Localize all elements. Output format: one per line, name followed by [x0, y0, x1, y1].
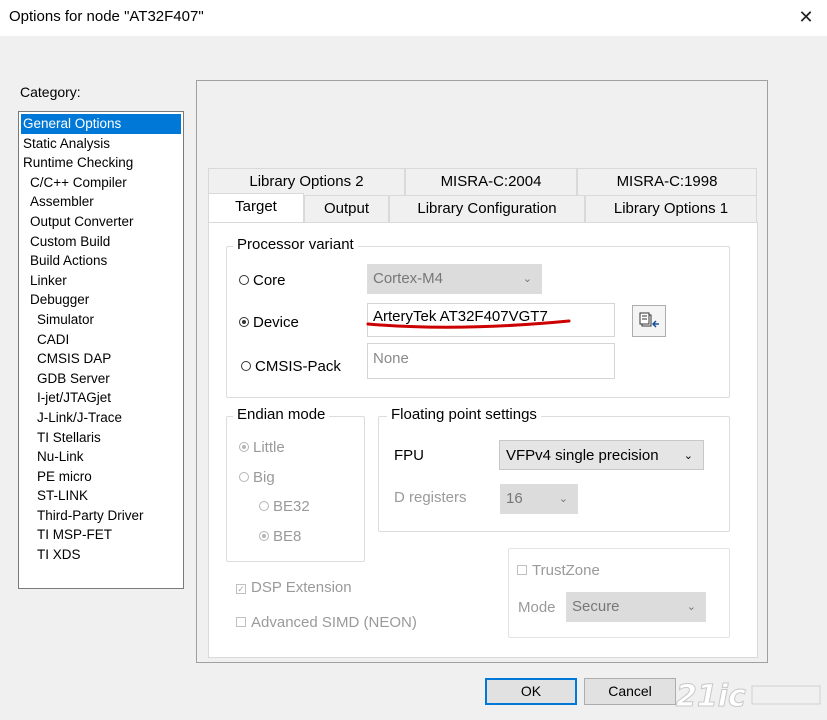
category-item[interactable]: Debugger [19, 290, 183, 310]
category-item[interactable]: Linker [19, 271, 183, 291]
big-radio-dot [239, 472, 249, 482]
category-item[interactable]: General Options [21, 114, 181, 134]
chevron-down-icon: ⌄ [683, 450, 693, 462]
dsp-extension-label: DSP Extension [251, 579, 352, 596]
fpu-label: FPU [394, 447, 424, 464]
category-item[interactable]: CMSIS DAP [19, 349, 183, 369]
mode-label: Mode [518, 599, 556, 616]
category-item[interactable]: Custom Build [19, 232, 183, 252]
be8-label: BE8 [273, 528, 302, 545]
category-item[interactable]: Simulator [19, 310, 183, 330]
d-registers-value: 16 [506, 490, 523, 507]
advanced-simd-checkbox[interactable]: Advanced SIMD (NEON) [236, 614, 417, 631]
category-item[interactable]: I-jet/JTAGjet [19, 388, 183, 408]
be32-radio-dot [259, 501, 269, 511]
device-list-icon [639, 312, 659, 328]
cmsis-pack-radio[interactable]: CMSIS-Pack [241, 358, 341, 375]
trustzone-label: TrustZone [532, 562, 600, 579]
device-radio[interactable]: Device [239, 314, 299, 331]
dsp-extension-checkbox[interactable]: ✓ DSP Extension [236, 579, 352, 596]
category-item[interactable]: C/C++ Compiler [19, 173, 183, 193]
chevron-down-icon: ⌄ [522, 273, 532, 285]
little-radio-dot [239, 442, 249, 452]
tab-target[interactable]: Target [208, 193, 304, 222]
core-radio-dot [239, 275, 249, 285]
title-bar: Options for node "AT32F407" ✕ [0, 0, 827, 36]
cmsis-pack-label: CMSIS-Pack [255, 358, 341, 375]
category-label: Category: [20, 84, 81, 100]
category-item[interactable]: ST-LINK [19, 486, 183, 506]
little-endian-radio[interactable]: Little [239, 439, 285, 456]
processor-variant-title: Processor variant [233, 236, 358, 253]
floating-point-group: Floating point settings [378, 406, 730, 532]
tab-misra-c-1998[interactable]: MISRA-C:1998 [577, 168, 757, 195]
core-label: Core [253, 272, 286, 289]
big-endian-radio[interactable]: Big [239, 469, 275, 486]
d-registers-label: D registers [394, 489, 467, 506]
category-item[interactable]: J-Link/J-Trace [19, 408, 183, 428]
category-item[interactable]: GDB Server [19, 369, 183, 389]
ok-button[interactable]: OK [485, 678, 577, 705]
category-item[interactable]: PE micro [19, 467, 183, 487]
close-icon[interactable]: ✕ [795, 6, 817, 28]
fpu-select[interactable]: VFPv4 single precision ⌄ [499, 440, 704, 470]
cmsis-pack-radio-dot [241, 361, 251, 371]
unchecked-box-icon [236, 617, 246, 627]
device-label: Device [253, 314, 299, 331]
cancel-button[interactable]: Cancel [584, 678, 676, 705]
advanced-simd-label: Advanced SIMD (NEON) [251, 614, 417, 631]
category-item[interactable]: Build Actions [19, 251, 183, 271]
unchecked-box-icon [517, 565, 527, 575]
tab-output[interactable]: Output [304, 195, 389, 222]
checkmark-icon: ✓ [236, 584, 246, 594]
tab-library-options-2[interactable]: Library Options 2 [208, 168, 405, 195]
category-list[interactable]: General Options Static Analysis Runtime Ch… [18, 111, 184, 589]
category-item[interactable]: Static Analysis [19, 134, 183, 154]
endian-mode-title: Endian mode [233, 406, 330, 423]
category-item[interactable]: TI Stellaris [19, 428, 183, 448]
tab-misra-c-2004[interactable]: MISRA-C:2004 [405, 168, 577, 195]
svg-text:21ic: 21ic [676, 679, 746, 714]
core-select[interactable]: Cortex-M4 ⌄ [367, 264, 542, 294]
red-underline-annotation [366, 319, 571, 329]
trustzone-checkbox[interactable]: TrustZone [517, 562, 600, 579]
category-item[interactable]: CADI [19, 330, 183, 350]
chevron-down-icon: ⌄ [558, 493, 568, 505]
floating-point-title: Floating point settings [387, 406, 541, 423]
device-select-button[interactable] [632, 305, 666, 337]
chevron-down-icon: ⌄ [686, 601, 696, 613]
core-radio[interactable]: Core [239, 272, 286, 289]
fpu-select-value: VFPv4 single precision [506, 447, 659, 464]
core-select-value: Cortex-M4 [373, 270, 444, 287]
cmsis-pack-value: None [373, 350, 409, 367]
mode-select[interactable]: Secure ⌄ [566, 592, 706, 622]
be32-radio[interactable]: BE32 [259, 498, 310, 515]
category-item[interactable]: Assembler [19, 192, 183, 212]
d-registers-select[interactable]: 16 ⌄ [500, 484, 578, 514]
big-label: Big [253, 469, 275, 486]
tab-library-configuration[interactable]: Library Configuration [389, 195, 585, 222]
be32-label: BE32 [273, 498, 310, 515]
category-item[interactable]: TI XDS [19, 545, 183, 565]
be8-radio-dot [259, 531, 269, 541]
category-item[interactable]: Output Converter [19, 212, 183, 232]
category-item[interactable]: Runtime Checking [19, 153, 183, 173]
device-radio-dot [239, 317, 249, 327]
little-label: Little [253, 439, 285, 456]
category-item[interactable]: Third-Party Driver [19, 506, 183, 526]
mode-select-value: Secure [572, 598, 620, 615]
watermark-logo: 21ic [676, 679, 821, 715]
tab-library-options-1[interactable]: Library Options 1 [585, 195, 757, 222]
be8-radio[interactable]: BE8 [259, 528, 301, 545]
category-item[interactable]: TI MSP-FET [19, 525, 183, 545]
window-title: Options for node "AT32F407" [9, 8, 204, 25]
category-item[interactable]: Nu-Link [19, 447, 183, 467]
cmsis-pack-field[interactable]: None [367, 343, 615, 379]
